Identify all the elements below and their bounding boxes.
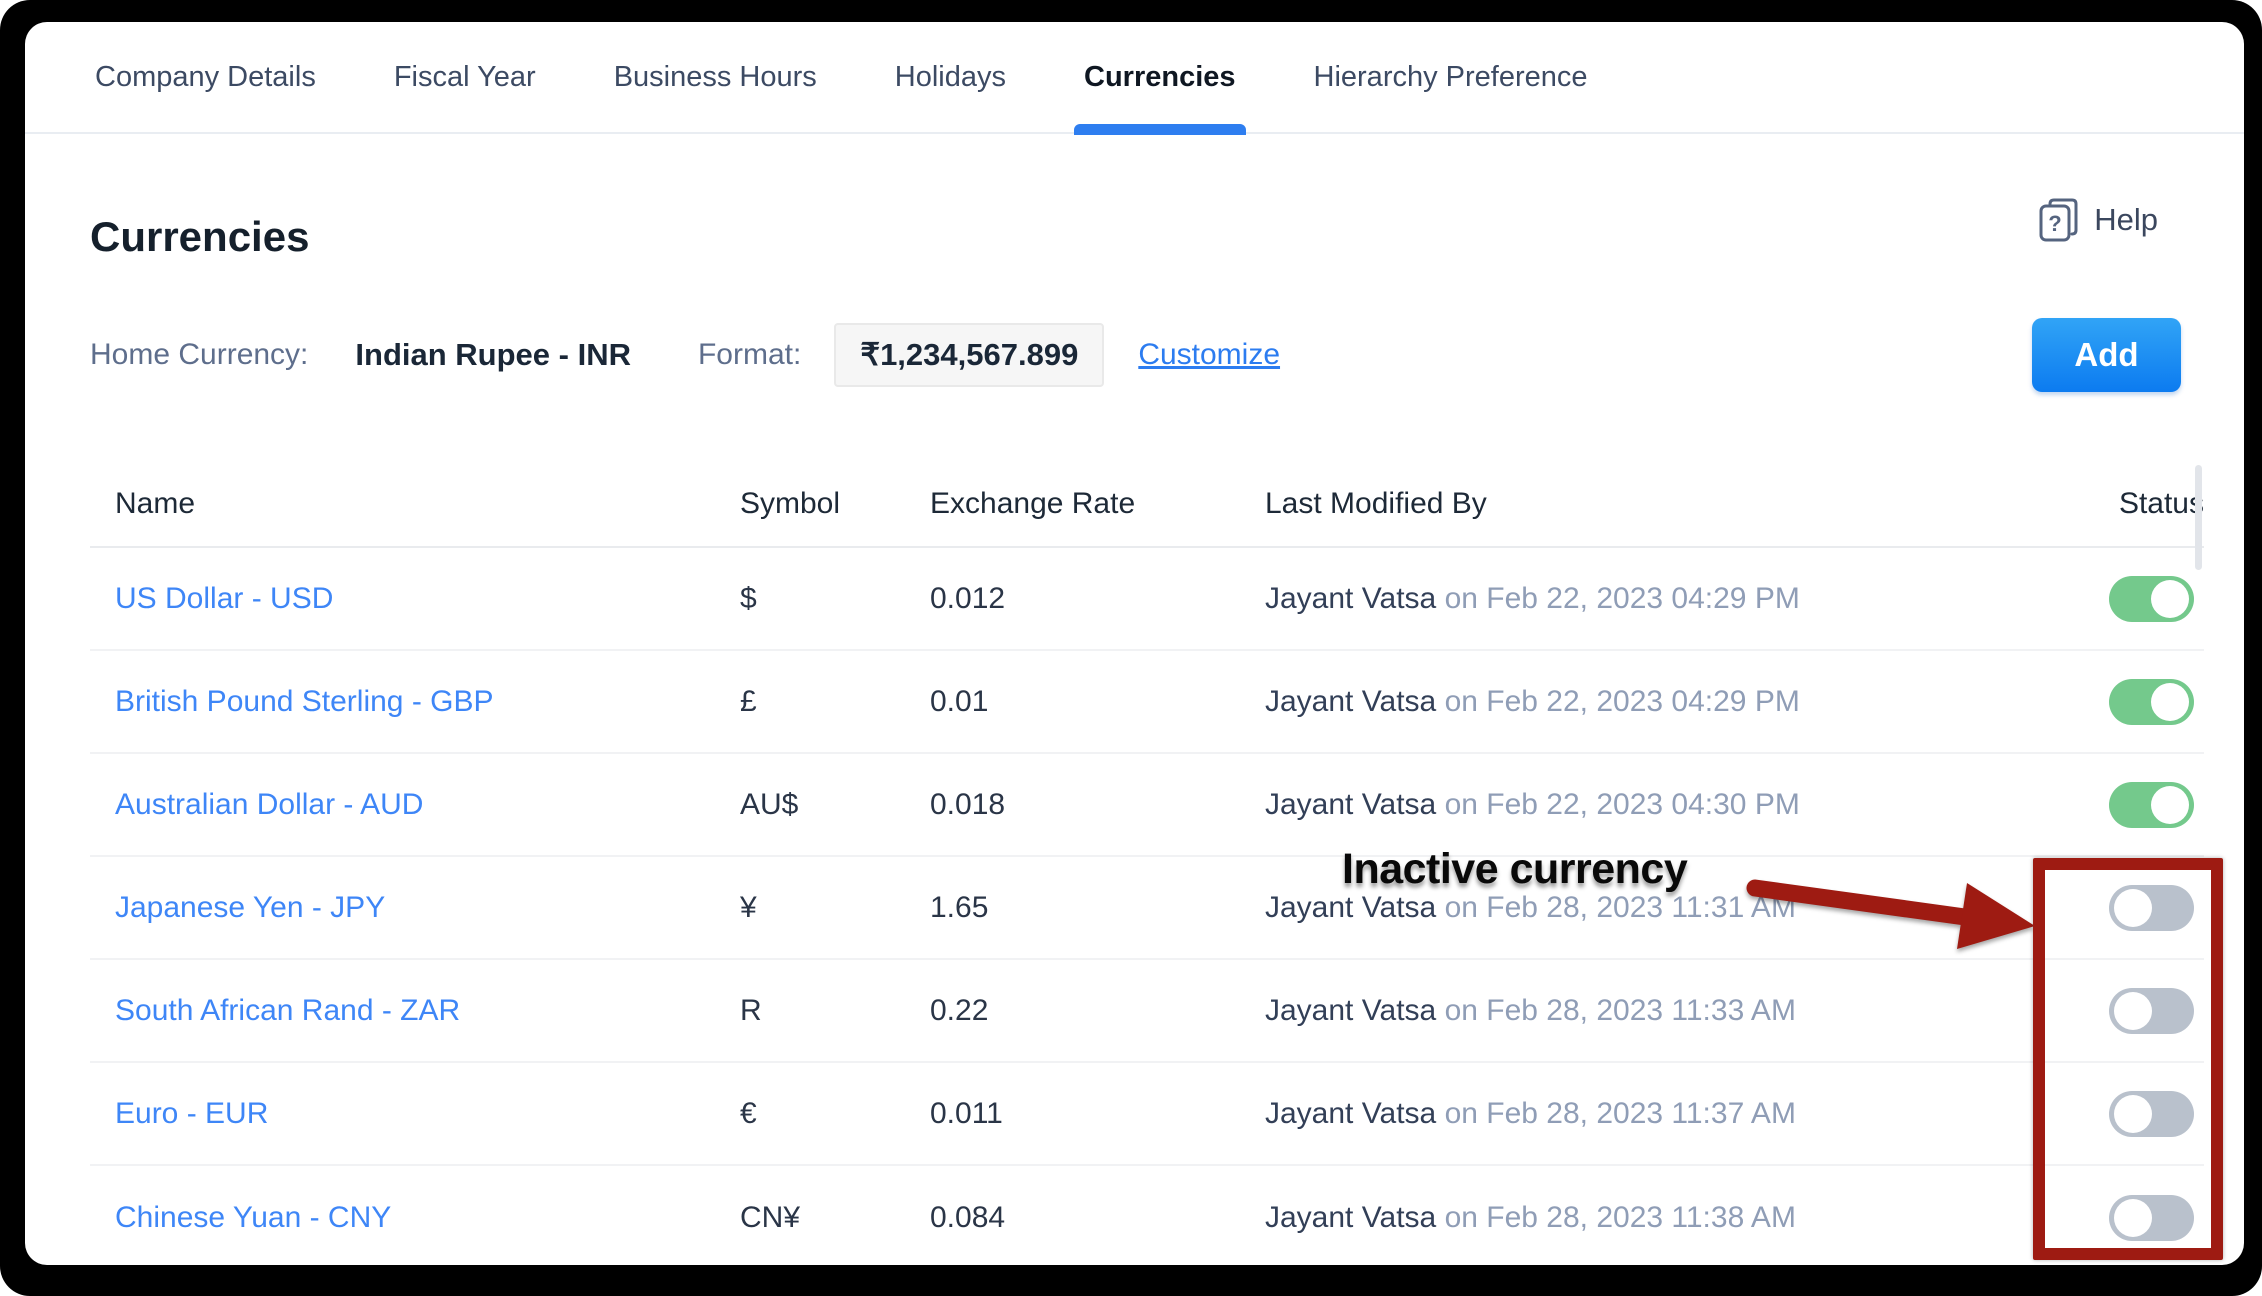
currency-name-link[interactable]: South African Rand - ZAR	[115, 994, 460, 1027]
tab-company-details[interactable]: Company Details	[95, 22, 316, 133]
modified-on: on Feb 22, 2023 04:30 PM	[1445, 788, 1800, 821]
modified-on: on Feb 28, 2023 11:37 AM	[1445, 1097, 1796, 1130]
currency-name-link[interactable]: Euro - EUR	[115, 1097, 268, 1130]
tab-hierarchy-preference[interactable]: Hierarchy Preference	[1314, 22, 1588, 133]
exchange-rate: 0.084	[930, 1201, 1265, 1235]
exchange-rate: 1.65	[930, 891, 1265, 925]
home-currency-value: Indian Rupee - INR	[355, 337, 631, 373]
column-header-symbol: Symbol	[740, 487, 930, 521]
tab-currencies[interactable]: Currencies	[1084, 22, 1236, 133]
modified-by: Jayant Vatsa	[1265, 891, 1436, 924]
exchange-rate: 0.011	[930, 1097, 1265, 1131]
currency-name-link[interactable]: Australian Dollar - AUD	[115, 788, 423, 821]
currency-symbol: €	[740, 1097, 930, 1131]
screenshot-canvas: Company Details Fiscal Year Business Hou…	[0, 0, 2262, 1296]
table-row: Chinese Yuan - CNY CN¥ 0.084 Jayant Vats…	[90, 1166, 2204, 1265]
annotation-label: Inactive currency	[1342, 845, 1687, 894]
format-label: Format:	[698, 338, 801, 372]
modified-on: on Feb 28, 2023 11:33 AM	[1445, 994, 1796, 1027]
help-icon: ?	[2038, 198, 2080, 242]
page-title: Currencies	[90, 213, 309, 261]
tab-holidays[interactable]: Holidays	[895, 22, 1006, 133]
tab-fiscal-year[interactable]: Fiscal Year	[394, 22, 536, 133]
customize-link[interactable]: Customize	[1138, 338, 1280, 372]
currency-name-link[interactable]: US Dollar - USD	[115, 582, 333, 615]
table-row: South African Rand - ZAR R 0.22 Jayant V…	[90, 960, 2204, 1063]
currency-name-link[interactable]: Chinese Yuan - CNY	[115, 1201, 391, 1234]
exchange-rate: 0.012	[930, 582, 1265, 616]
settings-card: Company Details Fiscal Year Business Hou…	[25, 22, 2244, 1265]
modified-on: on Feb 22, 2023 04:29 PM	[1445, 582, 1800, 615]
modified-on: on Feb 22, 2023 04:29 PM	[1445, 685, 1800, 718]
currency-name-link[interactable]: Japanese Yen - JPY	[115, 891, 385, 924]
home-currency-row: Home Currency: Indian Rupee - INR Format…	[90, 318, 1280, 392]
currency-symbol: $	[740, 582, 930, 616]
modified-by: Jayant Vatsa	[1265, 1201, 1436, 1234]
column-header-exchange-rate: Exchange Rate	[930, 487, 1265, 521]
status-toggle[interactable]	[2109, 782, 2194, 828]
modified-by: Jayant Vatsa	[1265, 1097, 1436, 1130]
table-row: Australian Dollar - AUD AU$ 0.018 Jayant…	[90, 754, 2204, 857]
help-label: Help	[2094, 202, 2158, 238]
exchange-rate: 0.018	[930, 788, 1265, 822]
modified-by: Jayant Vatsa	[1265, 994, 1436, 1027]
add-currency-button[interactable]: Add	[2032, 318, 2181, 392]
modified-on: on Feb 28, 2023 11:38 AM	[1445, 1201, 1796, 1234]
modified-by: Jayant Vatsa	[1265, 685, 1436, 718]
table-row: Euro - EUR € 0.011 Jayant Vatsa on Feb 2…	[90, 1063, 2204, 1166]
format-value-box: ₹1,234,567.899	[834, 323, 1104, 387]
modified-by: Jayant Vatsa	[1265, 788, 1436, 821]
scrollbar-thumb[interactable]	[2195, 465, 2202, 570]
home-currency-label: Home Currency:	[90, 338, 308, 372]
annotation-highlight-box	[2033, 858, 2223, 1260]
svg-text:?: ?	[2049, 211, 2062, 236]
status-toggle[interactable]	[2109, 576, 2194, 622]
exchange-rate: 0.01	[930, 685, 1265, 719]
currency-symbol: ¥	[740, 891, 930, 925]
currency-name-link[interactable]: British Pound Sterling - GBP	[115, 685, 494, 718]
currency-symbol: R	[740, 994, 930, 1028]
table-row: British Pound Sterling - GBP £ 0.01 Jaya…	[90, 651, 2204, 754]
column-header-last-modified-by: Last Modified By	[1265, 487, 2034, 521]
currency-symbol: AU$	[740, 788, 930, 822]
column-header-status: Status	[2034, 487, 2204, 521]
currency-symbol: CN¥	[740, 1201, 930, 1235]
annotation-arrow-icon	[1740, 860, 2050, 970]
status-toggle[interactable]	[2109, 679, 2194, 725]
exchange-rate: 0.22	[930, 994, 1265, 1028]
table-header: Name Symbol Exchange Rate Last Modified …	[90, 462, 2204, 548]
help-button[interactable]: ? Help	[2038, 198, 2158, 242]
settings-tabbar: Company Details Fiscal Year Business Hou…	[25, 22, 2244, 134]
column-header-name: Name	[115, 487, 740, 521]
table-row: US Dollar - USD $ 0.012 Jayant Vatsa on …	[90, 548, 2204, 651]
currency-symbol: £	[740, 685, 930, 719]
modified-by: Jayant Vatsa	[1265, 582, 1436, 615]
tab-business-hours[interactable]: Business Hours	[614, 22, 817, 133]
